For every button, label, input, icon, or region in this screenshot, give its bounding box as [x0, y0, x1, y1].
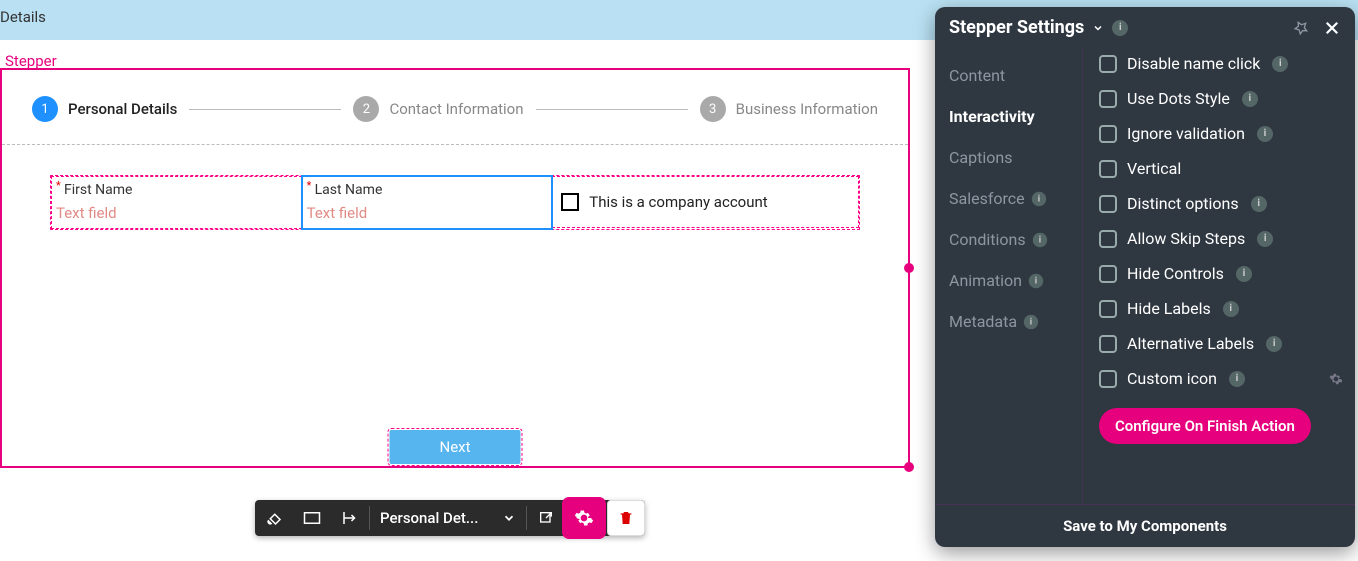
pin-icon[interactable] — [1293, 20, 1309, 36]
info-icon[interactable]: i — [1257, 126, 1273, 142]
save-to-components-button[interactable]: Save to My Components — [935, 504, 1355, 547]
step-3[interactable]: 3 Business Information — [700, 96, 878, 122]
container-icon[interactable] — [293, 500, 331, 536]
tab-metadata[interactable]: Metadatai — [949, 312, 1082, 331]
settings-button[interactable] — [565, 500, 603, 536]
tab-interactivity[interactable]: Interactivity — [949, 107, 1082, 126]
step-connector — [536, 109, 688, 110]
step-1[interactable]: 1 Personal Details — [32, 96, 177, 122]
settings-options: Disable name click i Use Dots Style i Ig… — [1083, 48, 1355, 504]
opt-vertical[interactable]: Vertical — [1099, 159, 1343, 178]
chevron-down-icon[interactable] — [1092, 22, 1104, 34]
company-checkbox[interactable] — [561, 193, 579, 211]
settings-tabs: Content Interactivity Captions Salesforc… — [935, 48, 1083, 504]
align-icon[interactable] — [331, 500, 369, 536]
info-icon: i — [1031, 191, 1045, 205]
step-3-number: 3 — [700, 96, 726, 122]
info-icon[interactable]: i — [1229, 371, 1245, 387]
info-icon[interactable]: i — [1272, 56, 1288, 72]
settings-panel: Stepper Settings i Content Interactivity… — [935, 7, 1355, 547]
info-icon: i — [1024, 314, 1038, 328]
stepper-component[interactable]: 1 Personal Details 2 Contact Information… — [0, 68, 910, 468]
gear-icon[interactable] — [1329, 372, 1343, 386]
tab-captions[interactable]: Captions — [949, 148, 1082, 167]
tab-conditions[interactable]: Conditionsi — [949, 230, 1082, 249]
opt-hide-labels[interactable]: Hide Labels i — [1099, 299, 1343, 318]
separator — [2, 144, 908, 145]
company-checkbox-label: This is a company account — [589, 193, 767, 211]
checkbox[interactable] — [1099, 55, 1117, 73]
step-2[interactable]: 2 Contact Information — [353, 96, 523, 122]
element-toolbar: Personal Det... — [255, 500, 645, 536]
tab-animation[interactable]: Animationi — [949, 271, 1082, 290]
first-name-field[interactable]: * First Name Text field — [51, 176, 302, 229]
resize-handle-bottom-right[interactable] — [904, 462, 914, 472]
stepper-header: 1 Personal Details 2 Contact Information… — [2, 70, 908, 144]
step-selector-label: Personal Det... — [380, 509, 478, 527]
info-icon[interactable]: i — [1223, 301, 1239, 317]
resize-handle-right[interactable] — [904, 263, 914, 273]
checkbox[interactable] — [1099, 335, 1117, 353]
step-connector — [189, 109, 341, 110]
step-3-title: Business Information — [736, 100, 878, 118]
settings-title: Stepper Settings — [949, 17, 1084, 38]
checkbox[interactable] — [1099, 125, 1117, 143]
step-selector-dropdown[interactable]: Personal Det... — [370, 500, 526, 536]
info-icon: i — [1032, 232, 1046, 246]
required-marker: * — [307, 179, 312, 192]
first-name-placeholder[interactable]: Text field — [56, 204, 297, 222]
step-1-title: Personal Details — [68, 100, 177, 118]
last-name-field[interactable]: * Last Name Text field — [302, 176, 553, 229]
info-icon[interactable]: i — [1242, 91, 1258, 107]
tab-content[interactable]: Content — [949, 66, 1082, 85]
step-1-number: 1 — [32, 96, 58, 122]
checkbox[interactable] — [1099, 230, 1117, 248]
checkbox[interactable] — [1099, 370, 1117, 388]
info-icon: i — [1029, 273, 1043, 287]
info-icon[interactable]: i — [1236, 266, 1252, 282]
step-2-number: 2 — [353, 96, 379, 122]
opt-alt-labels[interactable]: Alternative Labels i — [1099, 334, 1343, 353]
next-button[interactable]: Next — [389, 430, 520, 464]
opt-hide-controls[interactable]: Hide Controls i — [1099, 264, 1343, 283]
open-external-icon[interactable] — [527, 500, 565, 536]
last-name-label: Last Name — [315, 182, 383, 198]
tab-salesforce[interactable]: Salesforcei — [949, 189, 1082, 208]
last-name-placeholder[interactable]: Text field — [307, 204, 548, 222]
opt-disable-name-click[interactable]: Disable name click i — [1099, 54, 1343, 73]
info-icon[interactable]: i — [1257, 231, 1273, 247]
opt-skip[interactable]: Allow Skip Steps i — [1099, 229, 1343, 248]
info-icon[interactable]: i — [1251, 196, 1267, 212]
company-checkbox-row[interactable]: This is a company account — [552, 176, 859, 228]
checkbox[interactable] — [1099, 265, 1117, 283]
configure-onfinish-button[interactable]: Configure On Finish Action — [1099, 408, 1311, 444]
chevron-down-icon — [502, 511, 516, 525]
checkbox[interactable] — [1099, 195, 1117, 213]
first-name-label: First Name — [64, 182, 132, 198]
page-title: Details — [0, 8, 46, 26]
close-icon[interactable] — [1323, 19, 1341, 37]
form-row[interactable]: * First Name Text field * Last Name Text… — [50, 175, 860, 230]
opt-ignore-validation[interactable]: Ignore validation i — [1099, 124, 1343, 143]
checkbox[interactable] — [1099, 300, 1117, 318]
info-icon[interactable]: i — [1266, 336, 1282, 352]
delete-button[interactable] — [607, 500, 645, 536]
opt-use-dots[interactable]: Use Dots Style i — [1099, 89, 1343, 108]
required-marker: * — [56, 179, 61, 192]
paint-bucket-icon[interactable] — [255, 500, 293, 536]
info-icon[interactable]: i — [1112, 20, 1128, 36]
settings-header: Stepper Settings i — [935, 7, 1355, 48]
step-2-title: Contact Information — [389, 100, 523, 118]
checkbox[interactable] — [1099, 90, 1117, 108]
opt-distinct[interactable]: Distinct options i — [1099, 194, 1343, 213]
checkbox[interactable] — [1099, 160, 1117, 178]
opt-custom-icon[interactable]: Custom icon i — [1099, 369, 1343, 388]
